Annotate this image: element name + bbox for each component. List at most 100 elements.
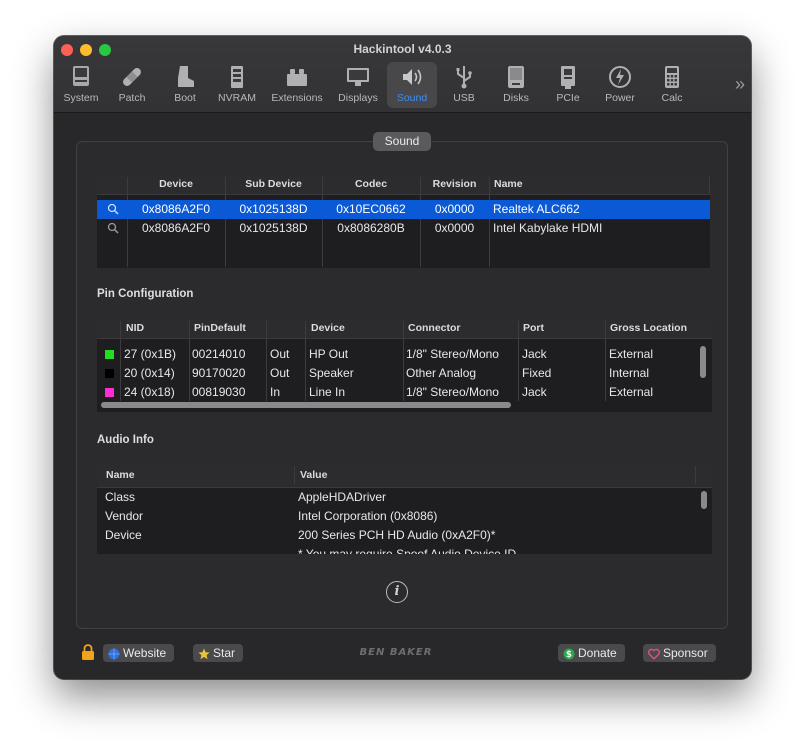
info-value-cell: Intel Corporation (0x8086) <box>298 509 438 523</box>
sub-device-cell: 0x1025138D <box>239 202 308 216</box>
direction-cell: Out <box>270 366 290 380</box>
table-row[interactable]: 20 (0x14) 90170020 Out Speaker Other Ana… <box>97 364 712 383</box>
toolbar-overflow-icon[interactable]: » <box>735 74 745 95</box>
column-header-pindefault[interactable]: PinDefault <box>194 318 269 339</box>
vertical-scrollbar[interactable] <box>700 346 706 378</box>
column-header-sub-device[interactable]: Sub Device <box>225 174 322 195</box>
usb-icon <box>442 64 486 92</box>
column-header-name[interactable]: Name <box>494 174 694 195</box>
disk-icon <box>494 64 538 92</box>
nid-cell: 27 (0x1B) <box>124 347 177 361</box>
titlebar: Hackintool v4.0.3 System Patch Boot NVRA… <box>54 36 751 113</box>
info-value-cell: * You may require Spoof Audio Device ID <box>298 547 517 554</box>
table-row[interactable]: 24 (0x18) 00819030 In Line In 1/8" Stere… <box>97 383 712 402</box>
devices-table: Device Sub Device Codec Revision Name 0x… <box>97 174 710 268</box>
donate-button[interactable]: $ Donate <box>558 644 625 662</box>
toolbar-patch[interactable]: Patch <box>109 62 155 108</box>
table-row[interactable]: 27 (0x1B) 00214010 Out HP Out 1/8" Stere… <box>97 345 712 364</box>
device-cell: 0x8086A2F0 <box>141 202 211 216</box>
window-title: Hackintool v4.0.3 <box>353 42 452 56</box>
vertical-scrollbar[interactable] <box>701 491 707 509</box>
app-window: Hackintool v4.0.3 System Patch Boot NVRA… <box>54 36 751 679</box>
calculator-icon <box>650 64 694 92</box>
revision-cell: 0x0000 <box>434 221 475 235</box>
lock-icon[interactable] <box>81 644 95 661</box>
monitor-icon <box>333 64 383 92</box>
sub-device-cell: 0x1025138D <box>239 221 308 235</box>
audio-info-table: Name Value Class AppleHDADriver Vendor I… <box>97 463 712 554</box>
info-name-cell <box>105 545 285 554</box>
sponsor-label: Sponsor <box>663 646 708 660</box>
connector-cell: Other Analog <box>406 366 477 380</box>
magnifier-icon[interactable] <box>107 219 123 238</box>
toolbar-displays[interactable]: Displays <box>333 62 383 108</box>
audio-info-label: Audio Info <box>97 434 154 446</box>
website-button[interactable]: Website <box>103 644 175 662</box>
star-button[interactable]: Star <box>193 644 244 662</box>
device-cell: 0x8086A2F0 <box>141 221 211 235</box>
info-value-cell: 200 Series PCH HD Audio (0xA2F0)* <box>298 528 496 542</box>
table-row[interactable]: 0x8086A2F0 0x1025138D 0x8086280B 0x0000 … <box>97 219 710 238</box>
table-row[interactable]: 0x8086A2F0 0x1025138D 0x10EC0662 0x0000 … <box>97 200 710 219</box>
column-header-codec[interactable]: Codec <box>322 174 420 195</box>
toolbar-sound[interactable]: Sound <box>387 62 437 108</box>
panel-tab-sound[interactable]: Sound <box>373 132 431 151</box>
column-header-nid[interactable]: NID <box>126 318 186 339</box>
brand-logo: BEN BAKER <box>359 647 433 658</box>
toolbar-pcie[interactable]: PCIe <box>546 62 590 108</box>
horizontal-scrollbar[interactable] <box>101 402 511 408</box>
table-row[interactable]: Vendor Intel Corporation (0x8086) <box>97 507 712 526</box>
pin-color-swatch <box>105 388 114 397</box>
toolbar-boot[interactable]: Boot <box>163 62 207 108</box>
column-header-gross-location[interactable]: Gross Location <box>610 318 710 339</box>
table-row[interactable]: Device 200 Series PCH HD Audio (0xA2F0)* <box>97 526 712 545</box>
info-name-cell: Vendor <box>105 509 144 523</box>
system-icon <box>58 64 104 92</box>
pindefault-cell: 00214010 <box>192 347 246 361</box>
power-icon <box>598 64 642 92</box>
heart-icon <box>648 647 660 660</box>
column-header-revision[interactable]: Revision <box>420 174 489 195</box>
toolbar-nvram[interactable]: NVRAM <box>214 62 260 108</box>
column-header-info-value[interactable]: Value <box>300 463 420 488</box>
table-row[interactable]: * You may require Spoof Audio Device ID <box>97 545 712 554</box>
column-header-connector[interactable]: Connector <box>408 318 518 339</box>
connector-cell: 1/8" Stereo/Mono <box>406 347 499 361</box>
pin-device-cell: HP Out <box>309 347 349 361</box>
direction-cell: In <box>270 385 281 399</box>
info-value-cell: AppleHDADriver <box>298 490 387 504</box>
name-cell: Realtek ALC662 <box>493 202 580 216</box>
audio-info-header: Name Value <box>97 463 712 488</box>
pindefault-cell: 90170020 <box>192 366 246 380</box>
column-divider <box>709 177 710 195</box>
info-name-cell: Device <box>105 528 142 542</box>
info-icon[interactable]: i <box>386 581 408 603</box>
column-header-info-name[interactable]: Name <box>106 463 226 488</box>
location-cell: External <box>609 385 654 399</box>
table-row[interactable]: Class AppleHDADriver <box>97 488 712 507</box>
toolbar-disks[interactable]: Disks <box>494 62 538 108</box>
port-cell: Jack <box>522 385 547 399</box>
star-icon <box>198 647 210 660</box>
sponsor-button[interactable]: Sponsor <box>643 644 716 662</box>
revision-cell: 0x0000 <box>434 202 475 216</box>
globe-icon <box>108 647 120 660</box>
direction-cell: Out <box>270 347 290 361</box>
toolbar-power[interactable]: Power <box>598 62 642 108</box>
pin-configuration-label: Pin Configuration <box>97 288 194 300</box>
pin-configuration-table: NID PinDefault Device Connector Port Gro… <box>97 318 712 412</box>
column-header-port[interactable]: Port <box>523 318 603 339</box>
toolbar-extensions[interactable]: Extensions <box>266 62 328 108</box>
pin-color-swatch <box>105 369 114 378</box>
pin-color-swatch <box>105 350 114 359</box>
nid-cell: 24 (0x18) <box>124 385 175 399</box>
sound-panel: Device Sub Device Codec Revision Name 0x… <box>76 141 728 629</box>
toolbar-usb[interactable]: USB <box>442 62 486 108</box>
column-header-pin-device[interactable]: Device <box>311 318 401 339</box>
magnifier-icon[interactable] <box>107 200 123 219</box>
codec-cell: 0x10EC0662 <box>336 202 406 216</box>
toolbar: System Patch Boot NVRAM Extensions Displ… <box>54 60 751 110</box>
column-header-device[interactable]: Device <box>127 174 225 195</box>
toolbar-system[interactable]: System <box>58 62 104 108</box>
toolbar-calc[interactable]: Calc <box>650 62 694 108</box>
